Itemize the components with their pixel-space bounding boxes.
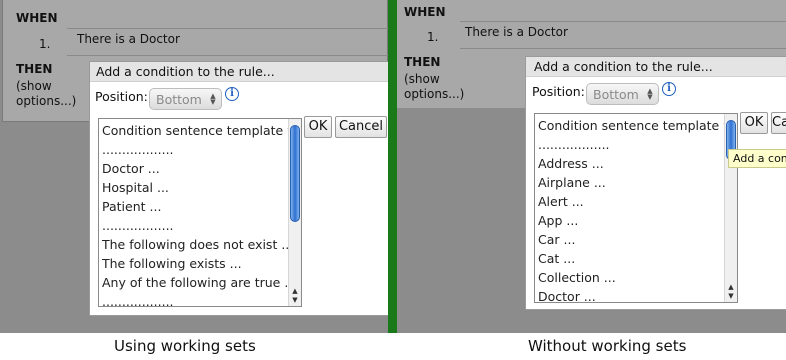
list-item[interactable]: Cat ...	[538, 251, 575, 270]
tooltip: Add a con	[728, 149, 786, 168]
show-options-link[interactable]: (show options...)	[16, 79, 76, 109]
list-item[interactable]: ..................	[538, 137, 610, 156]
info-icon[interactable]: i	[225, 87, 239, 101]
list-item[interactable]: The following exists ...	[102, 256, 242, 275]
ok-button[interactable]: OK	[304, 116, 332, 138]
when-label: WHEN	[404, 5, 446, 19]
vertical-scrollbar[interactable]: ▲ ▼	[724, 114, 737, 302]
condition-bottom-line	[67, 55, 388, 56]
show-options-line2: options...)	[404, 87, 465, 101]
vertical-scrollbar[interactable]: ▲ ▼	[288, 119, 301, 306]
scroll-down-arrow-icon[interactable]: ▼	[289, 296, 301, 304]
scroll-down-arrow-icon[interactable]: ▼	[725, 292, 737, 300]
list-item[interactable]: Address ...	[538, 156, 604, 175]
condition-bottom-line	[460, 48, 786, 49]
without-working-sets-panel: WHEN 1. There is a Doctor THEN (show opti…	[397, 0, 786, 333]
condition-text[interactable]: There is a Doctor	[465, 25, 568, 39]
when-label: WHEN	[16, 11, 58, 25]
caption-right: Without working sets	[528, 337, 687, 355]
list-item[interactable]: ..................	[102, 218, 174, 237]
list-item[interactable]: Doctor ...	[102, 161, 160, 180]
show-options-link[interactable]: (show options...)	[404, 72, 464, 102]
list-item[interactable]: ..................	[102, 294, 174, 306]
popup-title: Add a condition to the rule...	[90, 62, 388, 82]
using-working-sets-panel: WHEN 1. There is a Doctor THEN (show opti…	[0, 0, 388, 333]
cancel-button[interactable]: Cancel	[771, 112, 786, 134]
list-item[interactable]: Patient ...	[102, 199, 161, 218]
position-select[interactable]: Bottom ▲ ▼	[149, 88, 222, 110]
ok-button[interactable]: OK	[740, 112, 768, 134]
position-select-value: Bottom	[593, 87, 639, 102]
show-options-line1: (show	[404, 72, 440, 86]
position-select[interactable]: Bottom ▲ ▼	[586, 83, 659, 105]
list-item[interactable]: The following does not exist ...	[102, 237, 293, 256]
cancel-button[interactable]: Cancel	[335, 116, 387, 138]
condition-top-line	[460, 21, 786, 22]
info-icon[interactable]: i	[662, 82, 676, 96]
popup-title: Add a condition to the rule...	[526, 57, 786, 77]
list-item[interactable]: Doctor ...	[538, 289, 596, 302]
scroll-up-arrow-icon[interactable]: ▲	[289, 287, 301, 295]
select-arrows-icon: ▲ ▼	[647, 87, 653, 101]
show-options-line2: options...)	[16, 94, 77, 108]
show-options-line1: (show	[16, 79, 52, 93]
list-item[interactable]: Alert ...	[538, 194, 584, 213]
list-item[interactable]: Condition sentence template var	[102, 123, 301, 142]
condition-number: 1.	[427, 30, 439, 44]
list-item[interactable]: ..................	[102, 142, 174, 161]
list-item[interactable]: Condition sentence template var	[538, 118, 737, 137]
list-item[interactable]: Car ...	[538, 232, 575, 251]
add-condition-popup: Add a condition to the rule... Position:…	[89, 61, 388, 316]
list-item[interactable]: App ...	[538, 213, 578, 232]
list-item[interactable]: Any of the following are true ...	[102, 275, 296, 294]
list-item[interactable]: Airplane ...	[538, 175, 606, 194]
panel-divider	[388, 0, 397, 333]
position-label: Position:	[532, 84, 585, 99]
condition-top-line	[67, 28, 388, 29]
condition-type-listbox[interactable]: Condition sentence template var.........…	[534, 113, 738, 303]
caption-left: Using working sets	[114, 337, 256, 355]
then-label: THEN	[16, 62, 53, 76]
condition-text[interactable]: There is a Doctor	[77, 32, 180, 46]
condition-number: 1.	[39, 37, 51, 51]
condition-type-listbox[interactable]: Condition sentence template var.........…	[98, 118, 302, 307]
scroll-thumb[interactable]	[290, 125, 300, 222]
list-item[interactable]: Collection ...	[538, 270, 616, 289]
then-label: THEN	[404, 55, 441, 69]
position-select-value: Bottom	[156, 92, 202, 107]
select-arrows-icon: ▲ ▼	[210, 92, 216, 106]
scroll-up-arrow-icon[interactable]: ▲	[725, 283, 737, 291]
add-condition-popup: Add a condition to the rule... Position:…	[525, 56, 786, 310]
position-label: Position:	[95, 89, 148, 104]
list-item[interactable]: Hospital ...	[102, 180, 169, 199]
